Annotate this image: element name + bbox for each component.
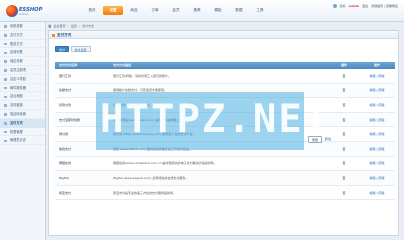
row-ops[interactable]: 编辑 | 卸载: [359, 132, 395, 136]
row-name: 易宝支付: [59, 190, 72, 195]
row-desc: PayPal (www.paypal.com) 全球领先的在线支付服务。: [113, 175, 189, 180]
row-ops[interactable]: 编辑 | 卸载: [359, 161, 395, 165]
row-ops[interactable]: 编辑 | 卸载: [359, 74, 395, 78]
table-row: 网银在线 网银在线(www.chinabank.com.cn)是中国领先的电子支…: [55, 157, 395, 172]
row-ops[interactable]: 编辑 | 卸载: [359, 191, 395, 195]
header-links[interactable]: 清除缓存 | 查看网店: [371, 4, 398, 8]
row-plugin: 否: [342, 73, 346, 78]
sidebar-item-mail[interactable]: 邮件服务器: [0, 84, 45, 93]
top-header: ESSHOP ecshop 首页 设置 商品 订单 会员 推荐 模板 数据 工具…: [0, 0, 404, 22]
row-ops[interactable]: 编辑 | 卸载: [359, 118, 395, 122]
nav-item-promote[interactable]: 推荐: [187, 6, 207, 15]
sidebar-item-system[interactable]: 系统设置: [0, 22, 45, 31]
sidebar-item-captcha[interactable]: 验证码设置: [0, 110, 45, 119]
nav-item-settings[interactable]: 设置: [103, 6, 123, 15]
sidebar-item-admin-log[interactable]: 管理员日志: [0, 136, 45, 146]
site-logo[interactable]: ESSHOP ecshop: [6, 4, 52, 18]
uninstall-link[interactable]: 卸载: [323, 136, 333, 143]
col-header-name[interactable]: 支付方式名称: [55, 62, 109, 69]
sidebar-item-register[interactable]: 会员注册项: [0, 66, 45, 75]
sidebar-item-privileges[interactable]: 权限管理: [0, 128, 45, 137]
row-desc: 银行汇款/转帐，请将款项汇入我们的账户。: [113, 73, 172, 78]
row-plugin: 否: [342, 117, 346, 122]
top-nav: 首页 设置 商品 订单 会员 推荐 模板 数据 工具: [82, 6, 271, 15]
row-desc: 网银在线(www.chinabank.com.cn)是中国领先的电子支付解决方案…: [113, 161, 217, 166]
row-ops[interactable]: 编辑 | 卸载: [359, 88, 395, 92]
row-plugin: 否: [342, 175, 346, 180]
nav-item-members[interactable]: 会员: [166, 6, 186, 15]
nav-item-goods[interactable]: 商品: [124, 6, 144, 15]
row-plugin: 否: [342, 88, 346, 93]
nav-item-templates[interactable]: 模板: [208, 6, 228, 15]
user-bar: 您好 admin 退出 清除缓存 | 查看网店: [332, 4, 398, 8]
sidebar-item-area[interactable]: 地区设置: [0, 57, 45, 66]
table-row: 银行汇款 银行汇款/转帐，请将款项汇入我们的账户。 否 编辑 | 卸载: [55, 69, 395, 84]
user-icon: [332, 4, 337, 8]
sidebar-item-payment[interactable]: 支付方式: [0, 31, 45, 40]
nav-item-home[interactable]: 首页: [82, 6, 102, 15]
sidebar: 系统设置 支付方式 配送方式 区域列表 地区设置 会员注册项 自定义导航 邮件服…: [0, 22, 46, 240]
col-header-plugin: 插件: [340, 63, 347, 67]
tab-bar: 支付 支付设置: [55, 46, 91, 52]
table-row: 易宝支付 易宝支付是专业的第三方在线支付服务提供商。 否 编辑 | 卸载: [55, 186, 395, 201]
row-ops[interactable]: 编辑 | 卸载: [359, 147, 395, 151]
breadcrumb-item-home[interactable]: 后台首页: [54, 24, 66, 28]
row-name: 网银在线: [59, 161, 72, 166]
col-header-desc: 支付方式描述: [113, 63, 132, 67]
table-header: 支付方式名称 支付方式描述 插件 操作: [55, 62, 395, 69]
row-name: PayPal: [59, 175, 69, 180]
row-plugin: 否: [342, 190, 346, 195]
row-desc: 易宝支付是专业的第三方在线支付服务提供商。: [113, 190, 177, 195]
tab-payment[interactable]: 支付: [55, 46, 70, 52]
col-header-ops: 操作: [373, 63, 380, 67]
breadcrumb: 后台首页 › 设置 › 支付方式: [48, 23, 400, 29]
row-name: 银行汇款: [59, 73, 72, 78]
breadcrumb-item-current: 支付方式: [81, 24, 94, 28]
nav-item-data[interactable]: 数据: [229, 6, 249, 15]
panel-title-icon: [52, 33, 55, 37]
panel-title: 支付方式: [57, 33, 72, 37]
sidebar-item-links[interactable]: 友情链接: [0, 101, 45, 110]
nav-item-tools[interactable]: 工具: [250, 6, 270, 15]
nav-item-orders[interactable]: 订单: [145, 6, 165, 15]
row-plugin: 否: [342, 146, 346, 151]
row-plugin: 否: [342, 102, 346, 107]
breadcrumb-sep-icon: ›: [78, 24, 80, 28]
install-button[interactable]: 安装: [308, 136, 322, 143]
row-ops[interactable]: 编辑 | 卸载: [359, 103, 395, 107]
table-row: PayPal PayPal (www.paypal.com) 全球领先的在线支付…: [55, 171, 395, 186]
home-icon: [48, 24, 52, 28]
panel-title-bar: 支付方式: [49, 31, 398, 39]
watermark-text: HTTPZ.NET: [100, 97, 330, 142]
logo-subtitle: ecshop: [19, 13, 29, 16]
sidebar-item-shipping[interactable]: 配送方式: [0, 40, 45, 49]
breadcrumb-item-settings[interactable]: 设置: [71, 24, 77, 28]
greeting-text: 您好: [339, 4, 346, 8]
row-plugin: 否: [342, 161, 346, 166]
logo-mark-icon: [6, 5, 18, 17]
logout-link[interactable]: 退出: [362, 4, 368, 8]
sidebar-item-navigation[interactable]: 自定义导航: [0, 75, 45, 84]
tab-payment-settings[interactable]: 支付设置: [70, 46, 91, 52]
row-ops[interactable]: 编辑 | 卸载: [359, 176, 395, 180]
sidebar-item-sitemap[interactable]: 站点地图: [0, 92, 45, 102]
username: admin: [348, 4, 360, 8]
breadcrumb-sep-icon: ›: [67, 24, 69, 28]
sidebar-item-payment-active[interactable]: 支付方式: [0, 118, 45, 128]
sidebar-item-regions[interactable]: 区域列表: [0, 48, 45, 58]
row-plugin: 否: [342, 132, 346, 137]
